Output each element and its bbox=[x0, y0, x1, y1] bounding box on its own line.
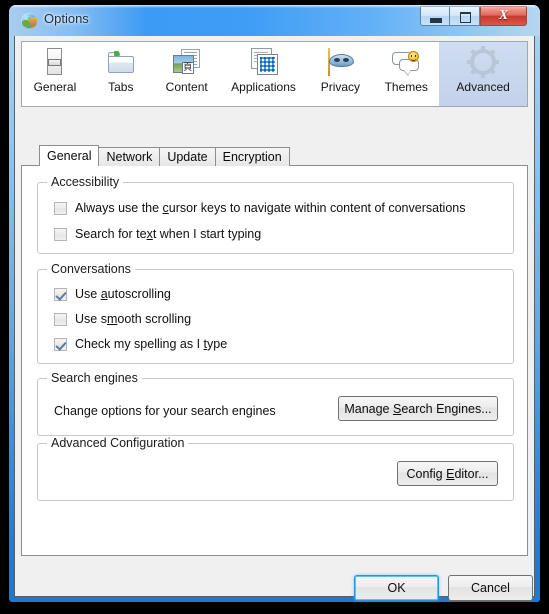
window-title: Options bbox=[44, 11, 89, 26]
general-icon bbox=[39, 46, 71, 78]
accessibility-group: Accessibility Always use the cursor keys… bbox=[37, 175, 514, 254]
checkbox-autoscrolling[interactable] bbox=[54, 287, 67, 301]
advanced-configuration-legend: Advanced Configuration bbox=[47, 436, 189, 450]
checkbox-row-cursor-keys[interactable]: Always use the cursor keys to navigate w… bbox=[54, 201, 465, 215]
ok-button[interactable]: OK bbox=[354, 575, 439, 601]
toolbar-item-label: Themes bbox=[384, 80, 428, 94]
checkbox-row-spellcheck[interactable]: Check my spelling as I type bbox=[54, 337, 227, 351]
search-engines-legend: Search engines bbox=[47, 371, 142, 385]
toolbar-item-label: Content bbox=[165, 80, 208, 94]
checkbox-label: Check my spelling as I type bbox=[75, 337, 228, 351]
toolbar-item-applications[interactable]: Applications bbox=[220, 42, 308, 106]
close-button[interactable]: X bbox=[480, 6, 527, 26]
toolbar-item-privacy[interactable]: Privacy bbox=[307, 42, 373, 106]
checkbox-search-text[interactable] bbox=[54, 227, 67, 241]
tab-network[interactable]: Network bbox=[98, 147, 161, 166]
minimize-button[interactable] bbox=[420, 6, 450, 26]
toolbar-item-label: Applications bbox=[231, 80, 296, 94]
conversations-legend: Conversations bbox=[47, 262, 135, 276]
content-icon: 頁 bbox=[171, 46, 203, 78]
toolbar-item-themes[interactable]: Themes bbox=[373, 42, 439, 106]
tab-encryption[interactable]: Encryption bbox=[214, 147, 290, 166]
toolbar-item-tabs[interactable]: Tabs bbox=[88, 42, 154, 106]
tab-general[interactable]: General bbox=[39, 145, 100, 166]
checkbox-label: Use smooth scrolling bbox=[75, 312, 192, 326]
checkbox-spellcheck[interactable] bbox=[54, 337, 67, 351]
title-bar[interactable]: Options X bbox=[9, 5, 540, 36]
minimize-icon bbox=[430, 18, 442, 23]
search-engines-group: Search engines Change options for your s… bbox=[37, 371, 514, 436]
accessibility-legend: Accessibility bbox=[47, 175, 124, 189]
maximize-icon bbox=[459, 12, 471, 23]
checkbox-label: Always use the cursor keys to navigate w… bbox=[75, 201, 466, 215]
tabs-icon bbox=[105, 46, 137, 78]
toolbar-item-label: Privacy bbox=[320, 80, 361, 94]
gear-icon bbox=[467, 46, 499, 78]
tab-update[interactable]: Update bbox=[159, 147, 216, 166]
search-engines-description: Change options for your search engines bbox=[54, 404, 276, 418]
general-tab-panel: Accessibility Always use the cursor keys… bbox=[21, 165, 528, 556]
toolbar-item-label: Tabs bbox=[108, 80, 134, 94]
themes-icon bbox=[390, 46, 422, 78]
checkbox-row-smooth-scrolling[interactable]: Use smooth scrolling bbox=[54, 312, 191, 326]
toolbar-item-content[interactable]: 頁 Content bbox=[154, 42, 220, 106]
globe-icon bbox=[21, 13, 37, 29]
checkbox-cursor-keys[interactable] bbox=[54, 201, 67, 215]
applications-icon bbox=[248, 46, 280, 78]
checkbox-smooth-scrolling[interactable] bbox=[54, 312, 67, 326]
advanced-tab-strip: General Network Update Encryption bbox=[39, 145, 290, 166]
checkbox-label: Use autoscrolling bbox=[75, 287, 171, 301]
checkbox-label: Search for text when I start typing bbox=[75, 227, 262, 241]
options-toolbar: General Tabs 頁 Content Applications Priv… bbox=[21, 41, 528, 107]
config-editor-button[interactable]: Config Editor... bbox=[397, 461, 498, 486]
maximize-button[interactable] bbox=[450, 6, 480, 26]
toolbar-item-advanced[interactable]: Advanced bbox=[439, 42, 528, 106]
checkbox-row-autoscrolling[interactable]: Use autoscrolling bbox=[54, 287, 171, 301]
button-label: Config Editor... bbox=[406, 466, 489, 481]
options-window: Options X General Tabs 頁 Content Applica… bbox=[9, 5, 540, 602]
checkbox-row-search-text[interactable]: Search for text when I start typing bbox=[54, 227, 261, 241]
client-area: General Tabs 頁 Content Applications Priv… bbox=[14, 36, 535, 601]
advanced-configuration-group: Advanced Configuration Config Editor... bbox=[37, 436, 514, 501]
toolbar-item-general[interactable]: General bbox=[22, 42, 88, 106]
toolbar-item-label: Advanced bbox=[456, 80, 510, 94]
cancel-button[interactable]: Cancel bbox=[448, 575, 533, 601]
privacy-mask-icon bbox=[324, 46, 356, 78]
conversations-group: Conversations Use autoscrolling Use smoo… bbox=[37, 262, 514, 364]
toolbar-item-label: General bbox=[33, 80, 77, 94]
manage-search-engines-button[interactable]: Manage Search Engines... bbox=[338, 396, 498, 421]
button-label: Manage Search Engines... bbox=[344, 401, 492, 416]
close-icon: X bbox=[498, 8, 509, 23]
